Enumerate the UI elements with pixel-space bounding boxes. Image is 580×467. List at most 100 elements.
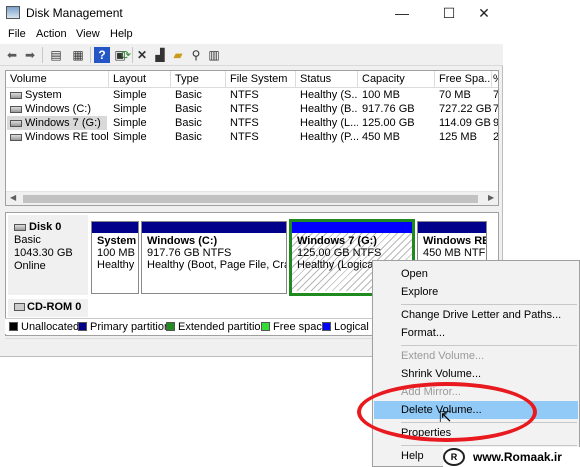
menu-item-explore[interactable]: Explore bbox=[374, 283, 578, 301]
primary-partition-bar bbox=[418, 222, 486, 233]
legend-primary-partition: Primary partition bbox=[78, 321, 170, 333]
delete-icon[interactable]: ✕ bbox=[134, 47, 150, 63]
menu-file[interactable]: File bbox=[8, 28, 26, 40]
menu-item-extend-volume: Extend Volume... bbox=[401, 350, 485, 362]
close-button[interactable]: ✕ bbox=[470, 3, 498, 23]
menu-item-open[interactable]: Open bbox=[374, 265, 578, 283]
column-header-type[interactable]: Type bbox=[171, 71, 226, 88]
legend-logical-drive: Logical d bbox=[322, 321, 378, 333]
menu-item-shrink-volume[interactable]: Shrink Volume... bbox=[374, 365, 578, 383]
forward-icon[interactable]: ➡ bbox=[22, 47, 38, 63]
cdrom-name: CD-ROM 0 bbox=[27, 301, 82, 313]
properties-icon[interactable]: ▦ bbox=[70, 47, 86, 63]
table-cell[interactable]: 70 MB bbox=[435, 88, 492, 102]
volume-name-cell[interactable]: System bbox=[6, 88, 109, 102]
column-header-file-system[interactable]: File System bbox=[226, 71, 296, 88]
horizontal-scrollbar[interactable]: ◀ ▶ bbox=[6, 191, 498, 205]
menu-item-format[interactable]: Format... bbox=[374, 324, 578, 342]
volume-name-cell[interactable]: Windows (C:) bbox=[6, 102, 109, 116]
table-cell[interactable]: 450 MB bbox=[358, 130, 435, 144]
disk-0-status: Online bbox=[14, 260, 46, 272]
scrollbar-thumb[interactable] bbox=[23, 195, 478, 203]
partition-windows-c[interactable]: Windows (C:) 917.76 GB NTFS Healthy (Boo… bbox=[141, 221, 287, 294]
table-cell[interactable]: 114.09 GB bbox=[435, 116, 492, 130]
volume-name-cell[interactable]: Windows RE tools ... bbox=[6, 130, 109, 144]
help-icon[interactable]: ? bbox=[94, 47, 110, 63]
table-cell[interactable]: 7 bbox=[492, 102, 498, 116]
volume-name: Windows (C:) bbox=[25, 103, 92, 115]
column-header-percent-free[interactable]: % bbox=[492, 71, 498, 88]
volume-name: System bbox=[25, 89, 62, 101]
search-icon[interactable]: ⚲ bbox=[188, 47, 204, 63]
watermark: R www.Romaak.ir bbox=[443, 447, 580, 467]
table-cell[interactable]: 100 MB bbox=[358, 88, 435, 102]
primary-partition-bar bbox=[142, 222, 286, 233]
partition-name: Windows RE bbox=[423, 235, 486, 247]
table-cell[interactable]: 9 bbox=[492, 116, 498, 130]
volume-list[interactable]: Volume Layout Type File System Status Ca… bbox=[5, 70, 499, 206]
partition-size: 100 MB N bbox=[97, 247, 138, 259]
partition-status: Healthy (Boot, Page File, Crash D bbox=[147, 259, 286, 271]
disk-management-app-icon bbox=[6, 6, 20, 19]
table-cell[interactable]: Healthy (P... bbox=[296, 130, 358, 144]
menu-action[interactable]: Action bbox=[36, 28, 67, 40]
primary-partition-bar bbox=[92, 222, 138, 233]
watermark-text: www.Romaak.ir bbox=[473, 450, 562, 464]
mouse-cursor-icon: ⇱ bbox=[439, 409, 452, 426]
table-cell[interactable]: Basic bbox=[171, 130, 226, 144]
table-cell[interactable]: 2 bbox=[492, 130, 498, 144]
cdrom-0-info[interactable]: CD-ROM 0 bbox=[8, 299, 88, 317]
table-cell[interactable]: NTFS bbox=[226, 116, 296, 130]
table-cell[interactable]: NTFS bbox=[226, 88, 296, 102]
column-header-volume[interactable]: Volume bbox=[6, 71, 109, 88]
menu-separator bbox=[401, 304, 577, 305]
menu-help[interactable]: Help bbox=[110, 28, 133, 40]
table-cell[interactable]: 125.00 GB bbox=[358, 116, 435, 130]
menu-view[interactable]: View bbox=[76, 28, 100, 40]
view-list-icon[interactable]: ▥ bbox=[206, 47, 222, 63]
volume-name-cell[interactable]: Windows 7 (G:) bbox=[6, 116, 109, 130]
table-cell[interactable]: 917.76 GB bbox=[358, 102, 435, 116]
partition-system[interactable]: System 100 MB N Healthy ( bbox=[91, 221, 139, 294]
menu-separator bbox=[401, 445, 577, 446]
disk-0-info[interactable]: Disk 0 Basic 1043.30 GB Online bbox=[8, 215, 88, 295]
table-cell[interactable]: Basic bbox=[171, 88, 226, 102]
partition-name: System bbox=[97, 235, 137, 247]
legend-unallocated: Unallocated bbox=[9, 321, 79, 333]
romaak-logo: R bbox=[443, 448, 465, 466]
table-cell[interactable]: 125 MB bbox=[435, 130, 492, 144]
back-icon[interactable]: ⬅ bbox=[4, 47, 20, 63]
table-cell[interactable]: Basic bbox=[171, 102, 226, 116]
table-cell[interactable]: 7 bbox=[492, 88, 498, 102]
scroll-right-icon[interactable]: ▶ bbox=[488, 193, 494, 202]
open-folder-icon[interactable]: ▰ bbox=[170, 47, 186, 63]
properties-sheet-icon[interactable]: ▟ bbox=[152, 47, 168, 63]
column-header-status[interactable]: Status bbox=[296, 71, 358, 88]
table-cell[interactable]: Healthy (S... bbox=[296, 88, 358, 102]
table-cell[interactable]: Simple bbox=[109, 130, 171, 144]
minimize-button[interactable]: — bbox=[388, 3, 416, 23]
table-cell[interactable]: Basic bbox=[171, 116, 226, 130]
console-icon[interactable]: ▤ bbox=[48, 47, 64, 63]
volume-icon bbox=[10, 105, 22, 113]
disk-0-name: Disk 0 bbox=[29, 221, 62, 233]
menu-item-change-drive-letter[interactable]: Change Drive Letter and Paths... bbox=[374, 306, 578, 324]
table-cell[interactable]: NTFS bbox=[226, 102, 296, 116]
scroll-left-icon[interactable]: ◀ bbox=[10, 193, 16, 202]
table-cell[interactable]: Healthy (L... bbox=[296, 116, 358, 130]
partition-name: Windows (C:) bbox=[147, 235, 218, 247]
disk-0-type: Basic bbox=[14, 234, 41, 246]
column-header-free-space[interactable]: Free Spa... bbox=[435, 71, 492, 88]
table-cell[interactable]: Simple bbox=[109, 102, 171, 116]
column-header-layout[interactable]: Layout bbox=[109, 71, 171, 88]
maximize-button[interactable]: ☐ bbox=[435, 3, 463, 23]
table-cell[interactable]: 727.22 GB bbox=[435, 102, 492, 116]
partition-size: 125.00 GB NTFS bbox=[297, 247, 382, 259]
table-cell[interactable]: Simple bbox=[109, 116, 171, 130]
refresh-icon[interactable]: ⟳ bbox=[118, 47, 134, 63]
table-cell[interactable]: Simple bbox=[109, 88, 171, 102]
table-cell[interactable]: NTFS bbox=[226, 130, 296, 144]
column-header-capacity[interactable]: Capacity bbox=[358, 71, 435, 88]
disk-0-size: 1043.30 GB bbox=[14, 247, 73, 259]
table-cell[interactable]: Healthy (B... bbox=[296, 102, 358, 116]
